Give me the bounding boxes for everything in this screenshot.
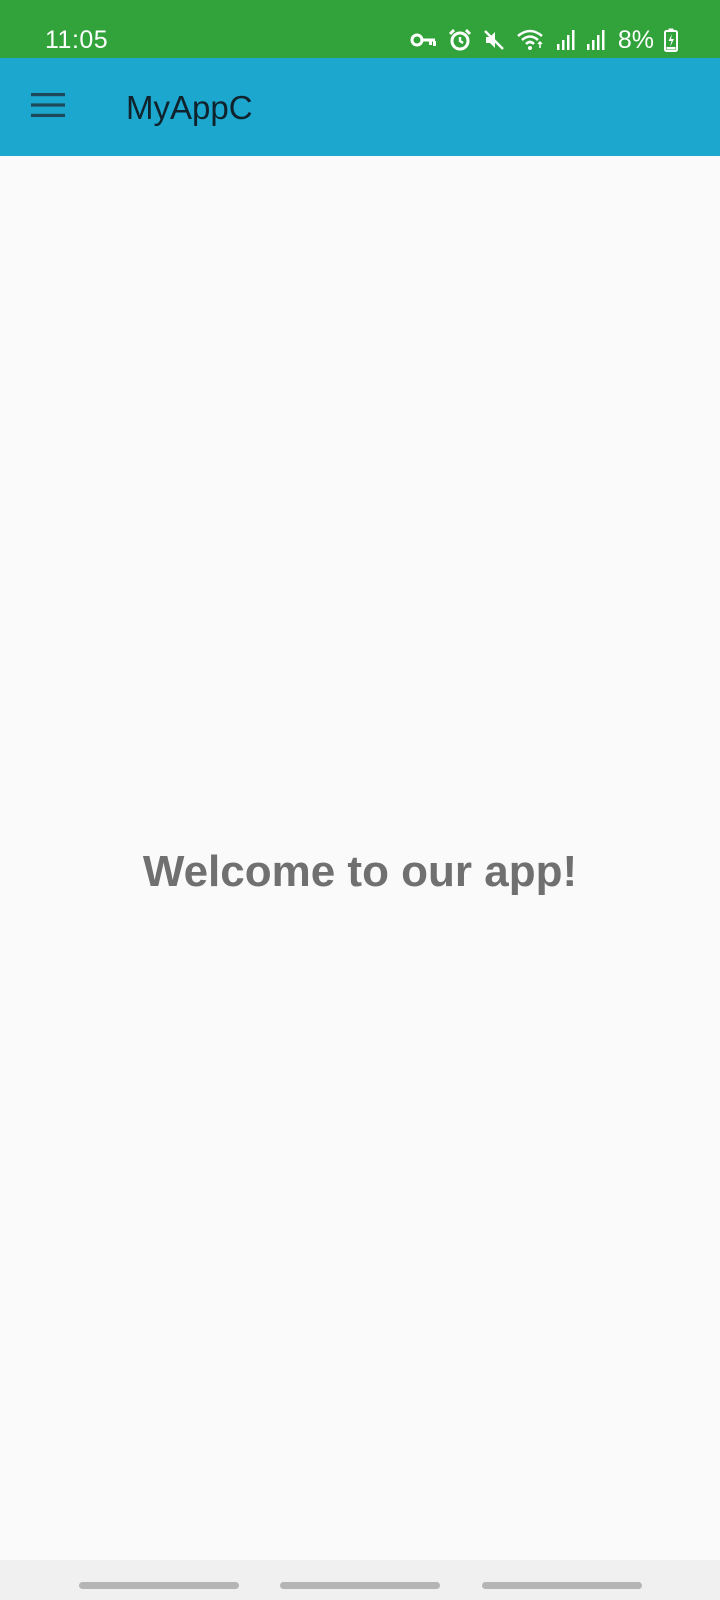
wifi-icon — [516, 28, 546, 52]
menu-button[interactable] — [20, 83, 76, 131]
app-title: MyAppC — [126, 89, 253, 126]
app-bar: MyAppC — [0, 58, 720, 156]
nav-back-handle[interactable] — [482, 1582, 642, 1589]
main-content: Welcome to our app! — [0, 156, 720, 1560]
alarm-icon — [448, 28, 472, 52]
screen: 11:05 8% MyAppC Welcome to our app! — [0, 0, 720, 1600]
welcome-text: Welcome to our app! — [142, 847, 578, 896]
hamburger-menu-icon — [31, 92, 65, 123]
nav-recent-apps-handle[interactable] — [79, 1582, 239, 1589]
navigation-bar — [0, 1560, 720, 1600]
mute-icon — [482, 28, 506, 52]
nav-home-handle[interactable] — [280, 1582, 440, 1589]
status-time: 11:05 — [45, 26, 109, 54]
vpn-key-icon — [410, 30, 438, 50]
battery-percent: 8% — [617, 26, 654, 54]
signal-icon — [586, 29, 606, 51]
status-icons: 8% — [410, 24, 678, 56]
signal-icon — [556, 29, 576, 51]
battery-charging-icon — [664, 28, 678, 52]
status-bar: 11:05 8% — [0, 0, 720, 58]
